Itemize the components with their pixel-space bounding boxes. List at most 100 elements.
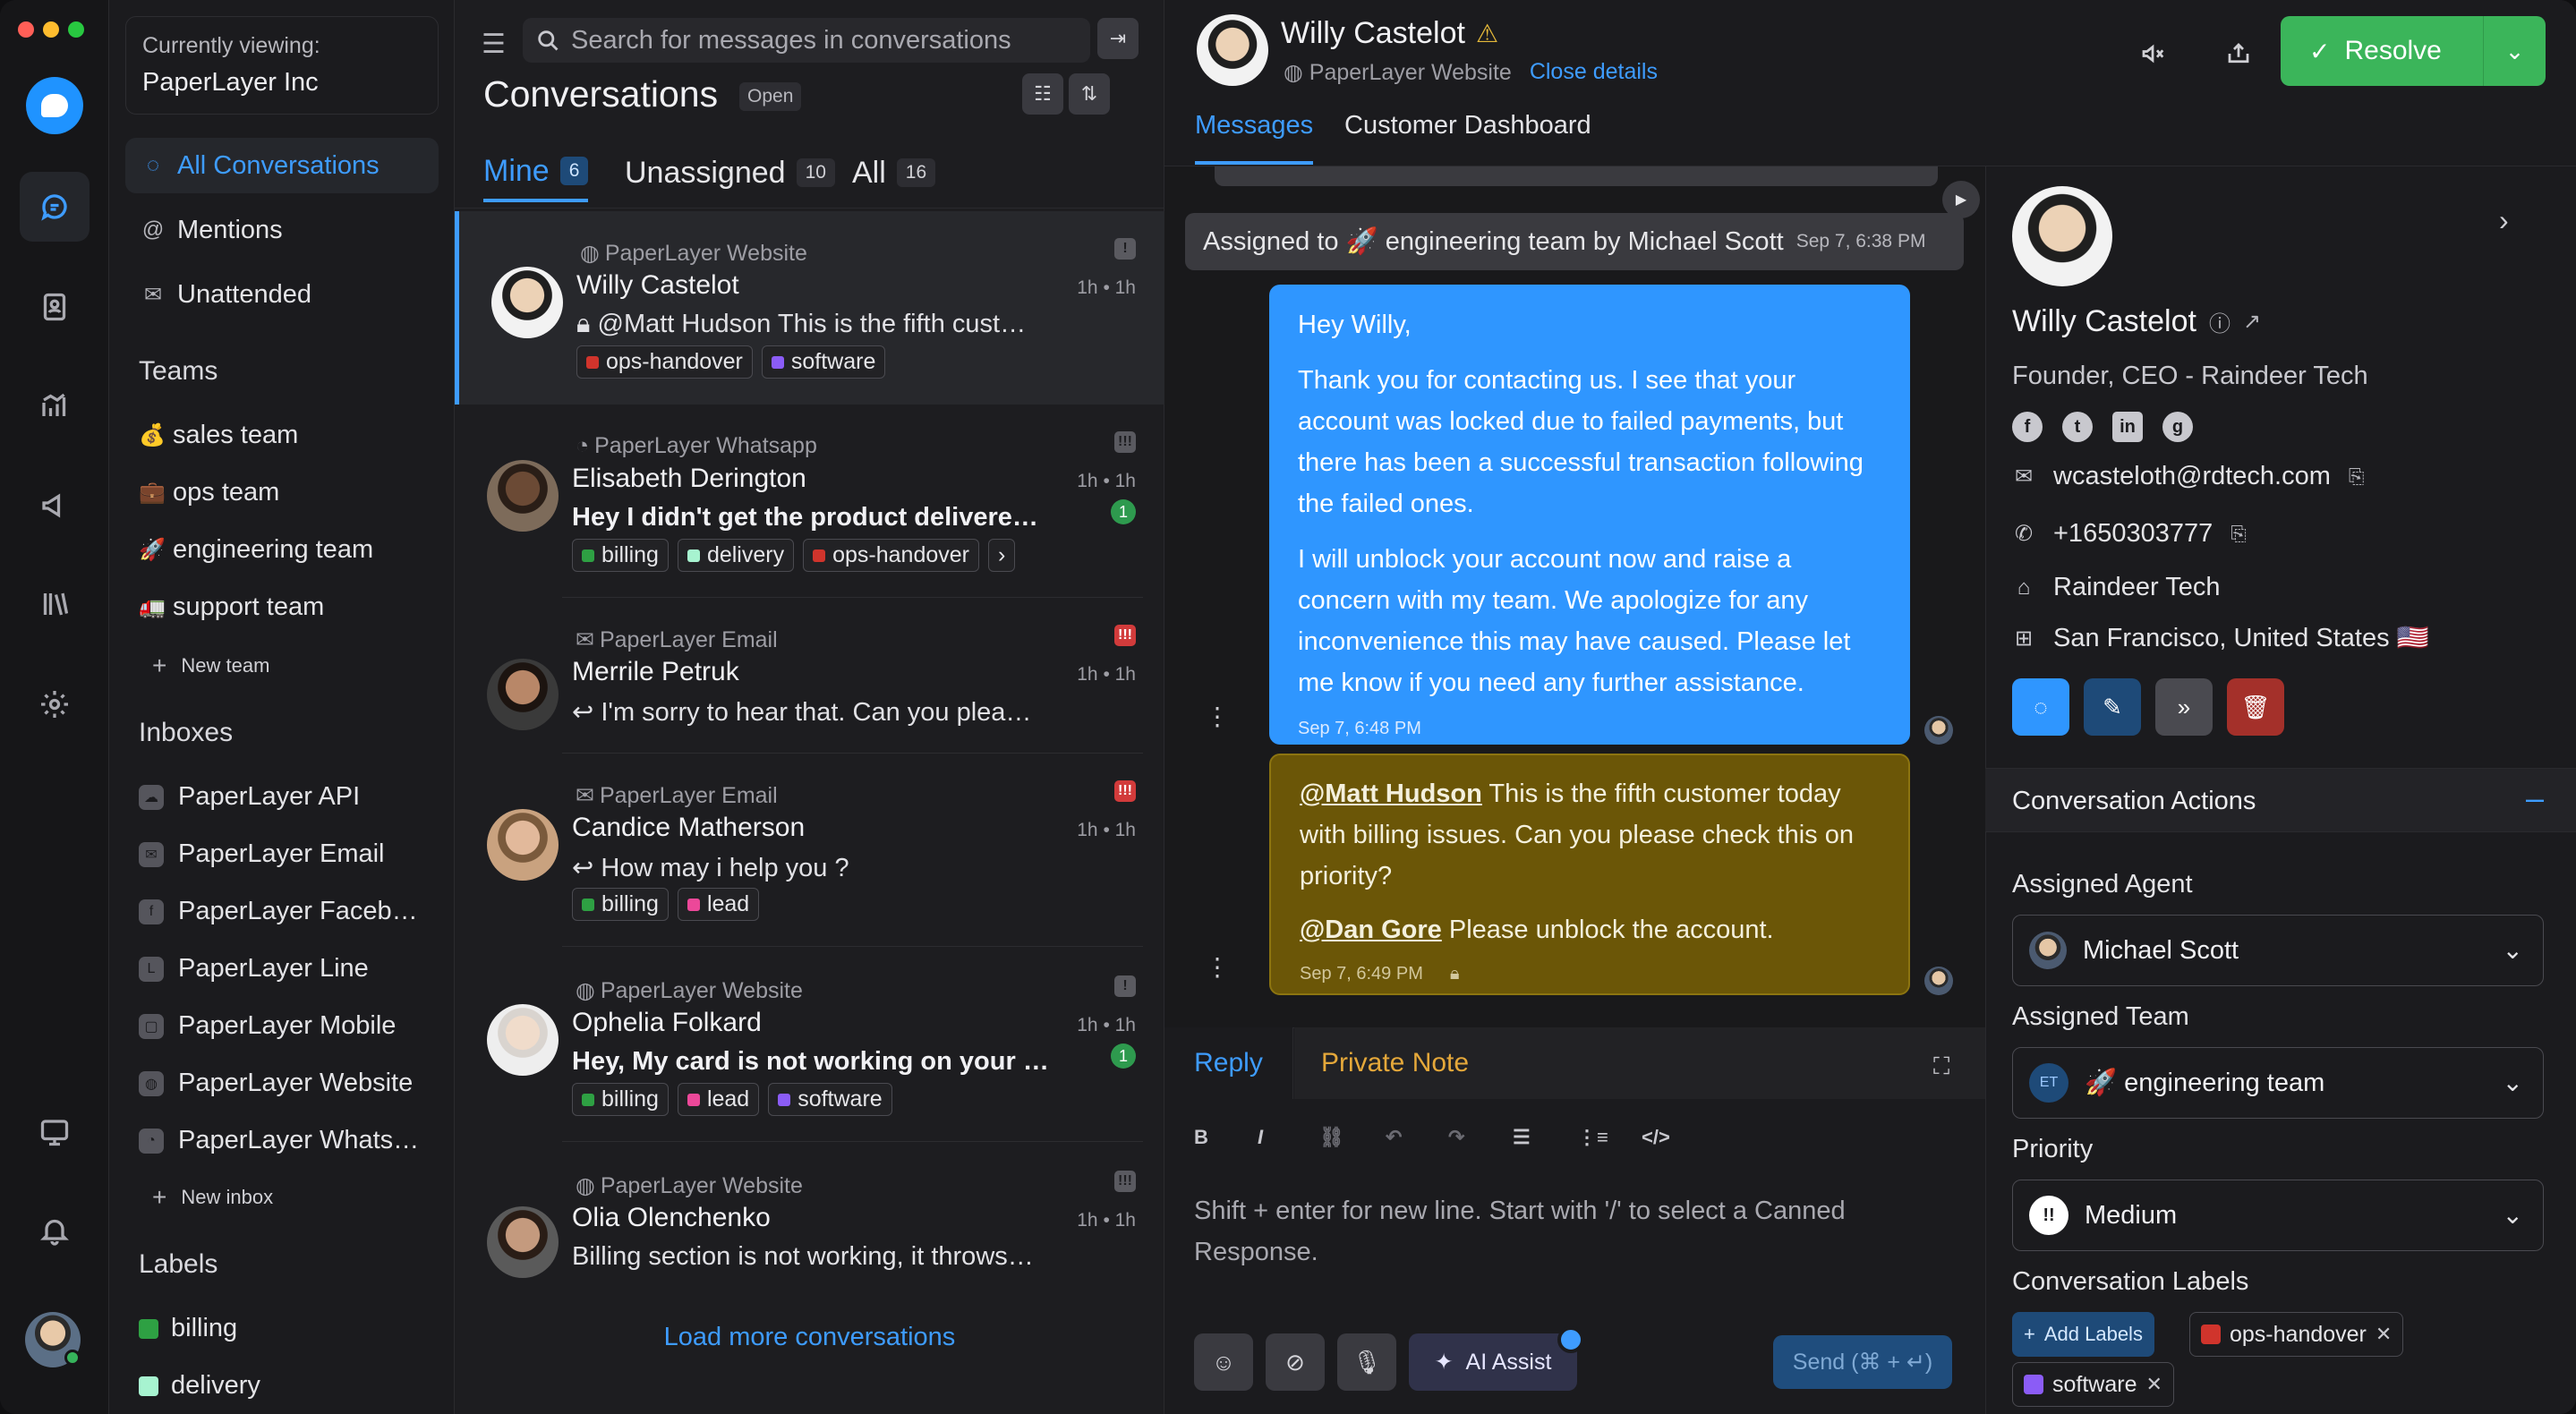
github-icon[interactable]: g [2162,412,2193,442]
new-message-icon[interactable]: ◌ [2012,678,2069,736]
new-team-button[interactable]: + New team [152,652,269,680]
mute-icon[interactable] [2135,36,2171,72]
tab-private-note[interactable]: Private Note [1294,1027,1985,1099]
conversation-item[interactable]: ◍ PaperLayer Website ! Ophelia Folkard 1h… [455,949,1164,1142]
more-tags-button[interactable]: › [987,539,1016,572]
contact-phone[interactable]: +1650303777 [2053,519,2213,549]
menu-toggle-icon[interactable]: ☰ [482,29,506,60]
bold-icon[interactable]: B [1194,1126,1208,1149]
copy-icon[interactable]: ⎘ [2349,465,2365,489]
label-item-delivery[interactable]: delivery [139,1371,260,1401]
message-menu-icon[interactable]: ⋮ [1205,952,1230,982]
status-badge[interactable]: Open [739,82,802,111]
inbox-item-api[interactable]: ☁ PaperLayer API [139,782,434,812]
team-item-sales[interactable]: 💰 sales team [139,421,434,450]
remove-label-icon[interactable]: ✕ [2376,1323,2392,1346]
maximize-window-icon[interactable] [68,21,84,38]
notifications-bell-icon[interactable] [20,1196,90,1265]
search-input[interactable]: Search for messages in conversations [523,18,1090,63]
conversation-item[interactable]: ✉ PaperLayer Email !!! Candice Matherson … [455,754,1164,947]
assigned-agent-select[interactable]: Michael Scott ⌄ [2012,915,2544,986]
tab-all[interactable]: All 16 [852,143,936,202]
mention-link[interactable]: @Matt Hudson [1300,779,1482,808]
emoji-icon[interactable]: ☺ [1194,1333,1253,1391]
info-icon[interactable]: ⓘ [2209,306,2231,337]
app-logo-icon[interactable] [26,77,83,134]
delete-icon[interactable]: 🗑︎ [2227,678,2284,736]
conversation-item[interactable]: ◍ PaperLayer Website ! Willy Castelot 1h … [455,211,1164,405]
tab-messages[interactable]: Messages [1195,111,1314,165]
share-icon[interactable] [2221,36,2256,72]
library-nav-icon[interactable] [20,569,90,639]
inbox-item-email[interactable]: ✉ PaperLayer Email [139,839,434,869]
remove-label-icon[interactable]: ✕ [2145,1373,2162,1396]
ai-assist-button[interactable]: ✦ AI Assist [1409,1333,1577,1391]
nav-unattended[interactable]: ✉ Unattended [125,267,439,322]
nav-mentions[interactable]: @ Mentions [125,202,439,258]
collapse-panel-icon[interactable]: ⇥ [1097,18,1139,59]
italic-icon[interactable]: I [1258,1126,1263,1149]
tab-reply[interactable]: Reply [1164,1027,1293,1099]
settings-nav-icon[interactable] [20,669,90,739]
code-icon[interactable]: </> [1642,1126,1670,1149]
bullet-list-icon[interactable]: ☰ [1513,1126,1531,1149]
reports-nav-icon[interactable] [20,371,90,440]
priority-select[interactable]: !! Medium ⌄ [2012,1180,2544,1251]
linkedin-icon[interactable]: in [2112,412,2143,442]
label-item-billing[interactable]: billing [139,1314,237,1343]
edit-icon[interactable]: ✎ [2084,678,2141,736]
inbox-item-facebook[interactable]: f PaperLayer Faceb… [139,897,434,926]
inbox-item-mobile[interactable]: ▢ PaperLayer Mobile [139,1011,434,1041]
conversations-nav-icon[interactable] [20,172,90,242]
account-switcher[interactable]: Currently viewing: PaperLayer Inc [125,16,439,115]
collapse-minus-icon[interactable]: – [2526,779,2544,817]
link-icon[interactable]: ⛓ [1319,1126,1344,1149]
microphone-icon[interactable]: 🎙︎ [1337,1333,1396,1391]
add-labels-button[interactable]: + Add Labels [2012,1312,2154,1357]
close-window-icon[interactable] [18,21,34,38]
conversation-actions-header[interactable]: Conversation Actions – [1985,768,2576,832]
message-menu-icon[interactable]: ⋮ [1205,702,1230,731]
user-avatar[interactable] [25,1312,81,1367]
copy-icon[interactable]: ⎘ [2231,523,2247,546]
nav-all-conversations[interactable]: ◌ All Conversations [125,138,439,193]
campaigns-nav-icon[interactable] [20,471,90,541]
filter-icon[interactable]: ☷ [1022,73,1063,115]
conversation-item[interactable]: ◍ PaperLayer Website !!! Olia Olenchenko … [455,1144,1164,1299]
inbox-item-line[interactable]: L PaperLayer Line [139,954,434,984]
chevron-right-icon[interactable]: › [2499,204,2509,237]
expand-editor-icon[interactable]: ⛶ [1933,1052,1949,1081]
conversation-item[interactable]: ◔ PaperLayer Whatsapp !!! Elisabeth Derin… [455,405,1164,598]
new-inbox-button[interactable]: + New inbox [152,1183,273,1212]
close-details-link[interactable]: Close details [1530,59,1658,86]
team-item-ops[interactable]: 💼 ops team [139,478,434,507]
minimize-window-icon[interactable] [43,21,59,38]
team-item-engineering[interactable]: 🚀 engineering team [139,535,434,565]
message-input[interactable]: Shift + enter for new line. Start with '… [1194,1190,1928,1273]
facebook-icon[interactable]: f [2012,412,2043,442]
switch-view-icon[interactable] [20,1097,90,1167]
team-item-support[interactable]: 🚛 support team [139,592,434,622]
numbered-list-icon[interactable]: ⋮≡ [1577,1126,1608,1149]
external-link-icon[interactable]: ↗ [2243,309,2261,335]
inbox-item-website[interactable]: ◍ PaperLayer Website [139,1069,434,1098]
undo-icon[interactable]: ↶ [1386,1126,1402,1149]
inbox-item-whatsapp[interactable]: ◔ PaperLayer Whats… [139,1126,434,1155]
sort-icon[interactable]: ⇅ [1069,73,1110,115]
merge-icon[interactable]: » [2155,678,2213,736]
tab-unassigned[interactable]: Unassigned 10 [625,143,835,202]
twitter-icon[interactable]: t [2062,412,2093,442]
send-button[interactable]: Send (⌘ + ↵) [1773,1335,1952,1389]
resolve-dropdown-chevron-icon[interactable]: ⌄ [2483,16,2546,86]
redo-icon[interactable]: ↷ [1448,1126,1464,1149]
resolve-button[interactable]: ✓ Resolve ⌄ [2281,16,2546,86]
contact-avatar[interactable] [1197,14,1268,86]
contact-email[interactable]: wcasteloth@rdtech.com [2053,462,2331,491]
load-more-link[interactable]: Load more conversations [455,1323,1164,1352]
tab-customer-dashboard[interactable]: Customer Dashboard [1344,111,1591,165]
tab-mine[interactable]: Mine 6 [483,143,589,202]
assigned-team-select[interactable]: ET 🚀 engineering team ⌄ [2012,1047,2544,1119]
mention-link[interactable]: @Dan Gore [1300,916,1442,944]
attachment-icon[interactable]: ⊘ [1266,1333,1325,1391]
conversation-item[interactable]: ✉ PaperLayer Email !!! Merrile Petruk 1h … [455,598,1164,754]
